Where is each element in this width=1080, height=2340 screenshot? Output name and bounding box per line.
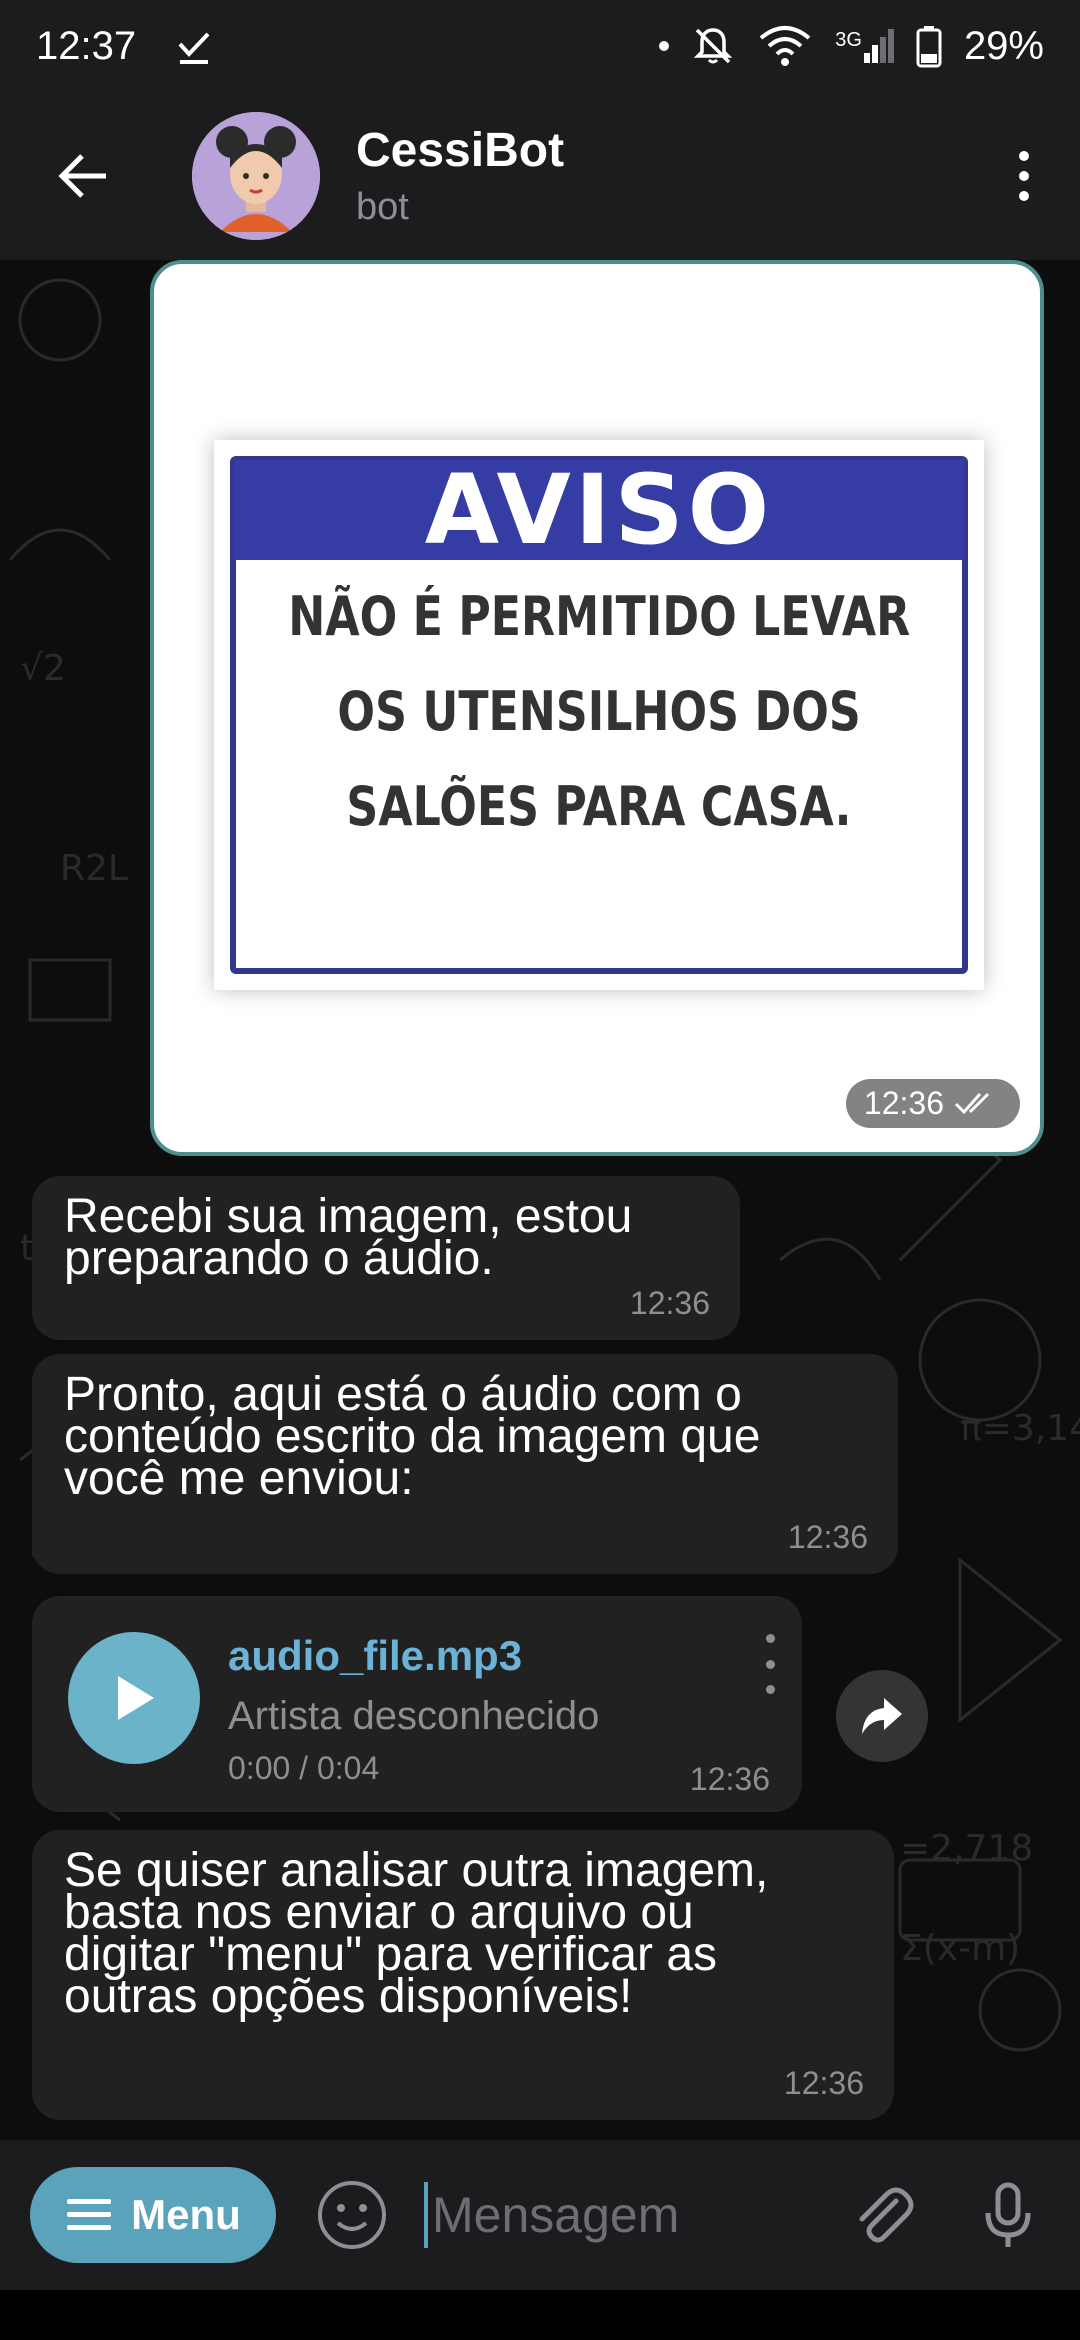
play-icon: [118, 1676, 154, 1720]
share-arrow-icon: [862, 1698, 902, 1734]
message-time: 12:36: [629, 1285, 710, 1321]
message-input[interactable]: [432, 2186, 792, 2244]
mute-bell-icon: [694, 28, 733, 64]
message-text: Se quiser analisar outra imagem, basta n…: [64, 1844, 769, 2023]
sign-title-band: AVISO: [234, 454, 964, 566]
message-time: 12:36: [689, 1761, 770, 1797]
message-bubble[interactable]: Pronto, aqui está o áudio com o conteúdo…: [32, 1354, 898, 1574]
audio-duration: 0:00 / 0:04: [228, 1750, 380, 1786]
hamburger-icon: [67, 2199, 112, 2230]
more-vertical-icon: [1019, 151, 1029, 161]
microphone-icon[interactable]: [970, 2177, 1046, 2253]
svg-text:π=3,14: π=3,14: [960, 1408, 1080, 1449]
battery-icon: [916, 26, 942, 68]
double-check-icon: [954, 1092, 990, 1114]
bot-avatar[interactable]: [192, 112, 320, 240]
audio-file-name: audio_file.mp3: [228, 1632, 523, 1679]
message-input-bar: Menu: [0, 2140, 1080, 2290]
check-icon: [178, 32, 210, 64]
arrow-left-icon: [58, 154, 106, 198]
signal-icon: 3G: [835, 29, 894, 63]
wifi-icon: [759, 26, 811, 66]
message-text: Recebi sua imagem, estou preparando o áu…: [64, 1190, 633, 1285]
system-navigation-bar: [0, 2290, 1080, 2340]
svg-text:=2,718: =2,718: [900, 1828, 1033, 1869]
text-caret: [424, 2182, 428, 2248]
sign-image: AVISO NÃO É PERMITIDO LEVAR OS UTENSILHO…: [214, 440, 984, 990]
svg-text:√2: √2: [20, 648, 66, 689]
message-text: Pronto, aqui está o áudio com o conteúdo…: [64, 1368, 761, 1505]
bot-menu-button[interactable]: Menu: [30, 2167, 276, 2263]
message-field[interactable]: [424, 2177, 804, 2253]
emoji-icon[interactable]: [314, 2177, 390, 2253]
status-bar: 12:37 3G 29%: [0, 0, 1080, 92]
network-type-label: 3G: [835, 29, 862, 51]
message-timestamp: 12:36: [845, 1079, 1020, 1128]
sign-line: SALÕES PARA CASA.: [346, 775, 852, 838]
audio-message[interactable]: audio_file.mp3 Artista desconhecido 0:00…: [32, 1596, 802, 1812]
sign-line: OS UTENSILHOS DOS: [337, 680, 861, 743]
message-time: 12:36: [787, 1519, 868, 1555]
message-bubble[interactable]: Se quiser analisar outra imagem, basta n…: [32, 1830, 894, 2120]
notification-dot-icon: [659, 41, 670, 51]
forward-button[interactable]: [836, 1670, 928, 1762]
more-vertical-icon: [765, 1634, 775, 1643]
sign-title: AVISO: [424, 454, 774, 566]
message-bubble[interactable]: Recebi sua imagem, estou preparando o áu…: [32, 1176, 740, 1340]
chat-title[interactable]: CessiBot: [356, 123, 564, 178]
audio-artist: Artista desconhecido: [228, 1694, 600, 1738]
svg-text:Σ(x-m): Σ(x-m): [900, 1928, 1020, 1969]
battery-percentage: 29%: [963, 23, 1044, 68]
chat-header: CessiBot bot: [0, 92, 1080, 260]
message-time: 12:36: [863, 1085, 944, 1121]
more-options-button[interactable]: [1004, 136, 1044, 216]
avatar-illustration-icon: [192, 112, 320, 240]
image-message[interactable]: AVISO NÃO É PERMITIDO LEVAR OS UTENSILHO…: [150, 260, 1044, 1156]
paperclip-icon[interactable]: [844, 2177, 920, 2253]
chat-area[interactable]: √2 R2L tgx h-2=3 π=3,14 =2,718 Σ(x-m) α+…: [0, 260, 1080, 2140]
menu-button-label: Menu: [131, 2191, 241, 2238]
back-button[interactable]: [44, 136, 124, 216]
sign-line: NÃO É PERMITIDO LEVAR: [288, 585, 910, 648]
chat-subtitle: bot: [356, 186, 409, 228]
svg-text:R2L: R2L: [60, 848, 128, 889]
audio-options-button[interactable]: [760, 1634, 780, 1694]
play-button[interactable]: [68, 1632, 200, 1764]
message-time: 12:36: [783, 2065, 864, 2101]
status-time: 12:37: [36, 23, 137, 68]
